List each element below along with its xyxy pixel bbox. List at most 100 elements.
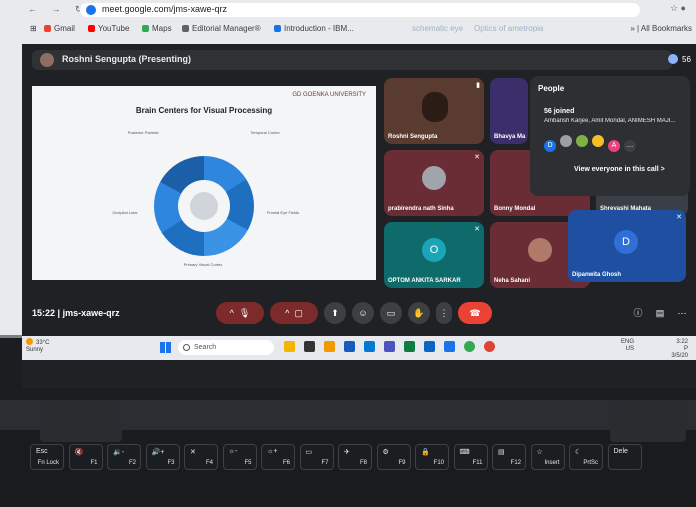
- keyboard-key[interactable]: ▤ F12: [492, 444, 526, 470]
- participant-avatar: D: [614, 230, 638, 254]
- chrome-icon[interactable]: [464, 341, 475, 352]
- keyboard-key[interactable]: ☼- F5: [222, 444, 257, 470]
- people-title: People: [538, 84, 565, 93]
- speaking-icon: ▮: [476, 82, 480, 89]
- keyboard-key[interactable]: ⚙ F9: [376, 444, 411, 470]
- participant-name: Bonny Mondal: [494, 206, 536, 212]
- slide-note: Primary Visual Cortex: [183, 262, 223, 267]
- windows-start-icon[interactable]: [160, 342, 171, 353]
- keyboard-key[interactable]: ☆ Insert: [530, 444, 565, 470]
- keyboard-key[interactable]: Dele: [607, 444, 642, 470]
- participant-avatar: O: [422, 238, 446, 262]
- keyboard-key[interactable]: ▭ F7: [299, 444, 334, 470]
- key-sublabel: F1: [90, 460, 98, 466]
- chrome-icon[interactable]: [484, 341, 495, 352]
- bookmark-editorial-manager[interactable]: Editorial Manager®: [182, 24, 261, 33]
- address-bar[interactable]: meet.google.com/jms-xawe-qrz: [80, 3, 640, 17]
- bookmarks-bar: ⊞ Gmail YouTube Maps Editorial Manager® …: [22, 20, 696, 38]
- key-sublabel: F8: [359, 460, 367, 466]
- chat-icon[interactable]: ▤: [652, 302, 668, 324]
- edge-icon[interactable]: [364, 341, 375, 352]
- people-icon: [668, 54, 678, 64]
- url-text: meet.google.com/jms-xawe-qrz: [102, 4, 228, 14]
- participant-tile[interactable]: O ✕ OPTOM ANKITA SARKAR: [384, 222, 484, 288]
- laptop-screen: ← → ↻ meet.google.com/jms-xawe-qrz ☆ ● ⊞…: [22, 0, 696, 388]
- view-everyone-link[interactable]: View everyone in this call >: [574, 166, 665, 173]
- participant-tile[interactable]: ▮ Roshni Sengupta: [384, 78, 484, 144]
- key-label: ☼-: [228, 448, 238, 455]
- bookmark-gmail[interactable]: Gmail: [44, 24, 75, 33]
- camera-toggle-button[interactable]: ^ ▢: [270, 302, 318, 324]
- key-label: ☆: [536, 449, 543, 456]
- key-sublabel: PrtSc: [583, 460, 598, 466]
- key-sublabel: F11: [472, 460, 483, 466]
- participant-name: Bhavya Ma: [494, 134, 526, 140]
- leave-call-button[interactable]: ☎: [458, 302, 492, 324]
- activities-icon[interactable]: ⋯: [674, 302, 690, 324]
- people-button[interactable]: 56: [668, 52, 691, 68]
- bookmark-maps[interactable]: Maps: [142, 24, 172, 33]
- all-bookmarks[interactable]: » | All Bookmarks: [630, 24, 692, 33]
- keyboard-key[interactable]: ☼+ F6: [261, 444, 295, 470]
- app-icon[interactable]: [284, 341, 295, 352]
- key-sublabel: F6: [282, 460, 290, 466]
- bookmark-ibm[interactable]: Introduction - IBM...: [274, 24, 354, 33]
- mic-toggle-button[interactable]: ^ 🎙: [216, 302, 264, 324]
- slide-logo: GD GOENKA UNIVERSITY: [292, 92, 366, 98]
- weather-text: Sunny: [26, 347, 44, 353]
- keyboard-key[interactable]: 🔉- F2: [107, 444, 141, 470]
- key-label: 🔉-: [113, 449, 125, 456]
- clock[interactable]: 3:22 P 3/5/20: [671, 339, 688, 360]
- keyboard-key[interactable]: Esc Fn Lock: [30, 444, 64, 470]
- brain-diagram: [154, 156, 254, 256]
- joined-names: Ambarish Karjee, Amit Mondal, ANIMESH MA…: [544, 118, 676, 124]
- mic-off-icon: ✕: [676, 214, 682, 221]
- apps-icon[interactable]: ⊞: [30, 24, 37, 33]
- bookmark-optics[interactable]: Optics of ametropia: [474, 24, 543, 33]
- keyboard-key[interactable]: ☾ PrtSc: [569, 444, 603, 470]
- app-icon[interactable]: [424, 341, 435, 352]
- meeting-info: 15:22 | jms-xawe-qrz: [32, 308, 120, 318]
- teams-icon[interactable]: [384, 341, 395, 352]
- keyboard-key[interactable]: 🔇 F1: [68, 444, 103, 470]
- slide-note: Occipital Lobe: [112, 210, 138, 215]
- emoji-icon[interactable]: ☺: [352, 302, 374, 324]
- language-indicator[interactable]: ENG US: [621, 339, 634, 353]
- participant-tile[interactable]: ✕ prabirendra nath Sinha: [384, 150, 484, 216]
- keyboard-key[interactable]: 🔒 F10: [415, 444, 449, 470]
- search-placeholder: Search: [194, 344, 217, 351]
- info-icon[interactable]: ⓘ: [630, 302, 646, 324]
- word-icon[interactable]: [344, 341, 355, 352]
- participant-tile[interactable]: D ✕ Dipanwita Ghosh: [568, 210, 686, 282]
- taskbar-search[interactable]: Search: [178, 340, 274, 355]
- presenter-bar: Roshni Sengupta (Presenting): [32, 50, 672, 70]
- bookmark-youtube[interactable]: YouTube: [88, 24, 129, 33]
- key-label: ▭: [305, 449, 313, 456]
- app-icon[interactable]: [444, 341, 455, 352]
- key-label: ▤: [498, 449, 505, 456]
- weather-widget[interactable]: 33°C Sunny: [26, 338, 49, 354]
- participant-tile[interactable]: Bhavya Ma: [490, 78, 528, 144]
- participant-avatar: [422, 166, 446, 190]
- bookmark-schematic-eye[interactable]: schematic eye: [412, 24, 463, 33]
- meet-controls: 15:22 | jms-xawe-qrz ^ 🎙 ^ ▢ ⬆ ☺ ▭ ✋ ⋮ ☎…: [22, 296, 696, 336]
- participant-avatar: [528, 238, 552, 262]
- meet-window: Roshni Sengupta (Presenting) 56 Brain Ce…: [22, 44, 696, 336]
- participant-name: Roshni Sengupta: [388, 134, 438, 140]
- raise-hand-icon[interactable]: ✋: [408, 302, 430, 324]
- avatar: [576, 135, 588, 147]
- app-icon[interactable]: [304, 341, 315, 352]
- presenter-label: Roshni Sengupta (Presenting): [62, 54, 192, 64]
- avatar: D: [544, 140, 556, 152]
- keyboard-key[interactable]: ✕ F4: [184, 444, 218, 470]
- present-button[interactable]: ⬆: [324, 302, 346, 324]
- captions-icon[interactable]: ▭: [380, 302, 402, 324]
- keyboard-key[interactable]: ✈ F8: [338, 444, 372, 470]
- keyboard-key[interactable]: ⌨ F11: [453, 444, 488, 470]
- more-options-icon[interactable]: ⋮: [436, 302, 452, 324]
- file-explorer-icon[interactable]: [324, 341, 335, 352]
- site-info-icon[interactable]: [86, 5, 96, 15]
- app-icon[interactable]: [404, 341, 415, 352]
- star-icon[interactable]: ☆ ●: [670, 3, 686, 14]
- keyboard-key[interactable]: 🔊+ F3: [145, 444, 180, 470]
